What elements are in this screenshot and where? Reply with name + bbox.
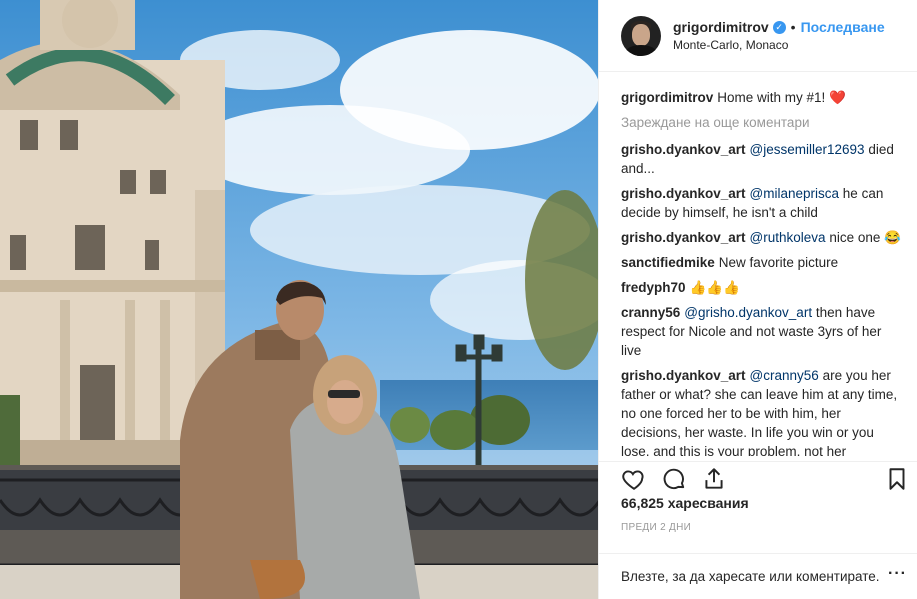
comment-item: fredyph70 👍👍👍 xyxy=(621,278,903,297)
comment-username[interactable]: sanctifiedmike xyxy=(621,255,715,270)
comment-text: nice one 😂 xyxy=(829,230,901,245)
comment-item: grisho.dyankov_art @jessemiller12693 died… xyxy=(621,140,903,178)
comment-username[interactable]: grisho.dyankov_art xyxy=(621,230,746,245)
comment-mention[interactable]: @cranny56 xyxy=(750,368,819,383)
comment-username[interactable]: grisho.dyankov_art xyxy=(621,186,746,201)
post-header: grigordimitrov ✓ • Последване Monte-Carl… xyxy=(599,0,917,72)
comment-username[interactable]: grisho.dyankov_art xyxy=(621,368,746,383)
comment-mention[interactable]: @ruthkoleva xyxy=(750,230,826,245)
load-more-comments-button[interactable]: Зареждане на още коментари xyxy=(621,113,903,132)
location-link[interactable]: Monte-Carlo, Monaco xyxy=(673,38,885,52)
comment-username[interactable]: fredyph70 xyxy=(621,280,686,295)
share-icon[interactable] xyxy=(701,466,727,492)
login-link[interactable]: Влезте xyxy=(621,569,665,584)
instagram-post: grigordimitrov ✓ • Последване Monte-Carl… xyxy=(0,0,917,599)
header-username[interactable]: grigordimitrov xyxy=(673,19,769,35)
comment-item: grisho.dyankov_art @cranny56 are you her … xyxy=(621,366,903,456)
avatar[interactable] xyxy=(621,15,661,56)
comment-text: 👍👍👍 xyxy=(689,280,740,295)
heart-icon[interactable] xyxy=(621,466,647,492)
comment-username[interactable]: grisho.dyankov_art xyxy=(621,142,746,157)
header-separator: • xyxy=(790,19,796,35)
caption-username[interactable]: grigordimitrov xyxy=(621,90,713,105)
login-prompt-text: , за да харесате или коментирате. xyxy=(664,569,880,584)
caption-text: Home with my #1! xyxy=(717,90,826,105)
caption: grigordimitrov Home with my #1! ❤️ xyxy=(621,88,903,107)
comment-mention[interactable]: @milaneprisca xyxy=(750,186,839,201)
red-heart-emoji-icon: ❤️ xyxy=(829,90,846,105)
verified-badge-icon: ✓ xyxy=(772,20,786,34)
more-options-icon[interactable]: ··· xyxy=(888,565,907,583)
comment-mention[interactable]: @jessemiller12693 xyxy=(750,142,865,157)
comment-item: grisho.dyankov_art @ruthkoleva nice one 😂 xyxy=(621,228,903,247)
photo-illustration xyxy=(0,0,598,599)
comments-list[interactable]: grigordimitrov Home with my #1! ❤️ Зарежд… xyxy=(621,88,903,456)
post-photo[interactable] xyxy=(0,0,598,599)
action-bar xyxy=(599,461,917,496)
bookmark-icon[interactable] xyxy=(884,466,910,492)
comment-item: grisho.dyankov_art @milaneprisca he can d… xyxy=(621,184,903,222)
login-prompt: Влезте, за да харесате или коментирате. xyxy=(599,553,917,599)
comment-item: sanctifiedmike New favorite picture xyxy=(621,253,903,272)
comment-username[interactable]: cranny56 xyxy=(621,305,680,320)
post-sidebar: grigordimitrov ✓ • Последване Monte-Carl… xyxy=(598,0,917,599)
comment-text: New favorite picture xyxy=(718,255,839,270)
like-count[interactable]: 66,825 харесвания xyxy=(621,495,749,511)
comment-bubble-icon[interactable] xyxy=(661,466,687,492)
header-info: grigordimitrov ✓ • Последване Monte-Carl… xyxy=(673,19,885,52)
comment-item: cranny56 @grisho.dyankov_art then have re… xyxy=(621,303,903,360)
post-timestamp[interactable]: ПРЕДИ 2 ДНИ xyxy=(621,522,691,533)
follow-button[interactable]: Последване xyxy=(801,19,885,35)
comment-mention[interactable]: @grisho.dyankov_art xyxy=(684,305,812,320)
